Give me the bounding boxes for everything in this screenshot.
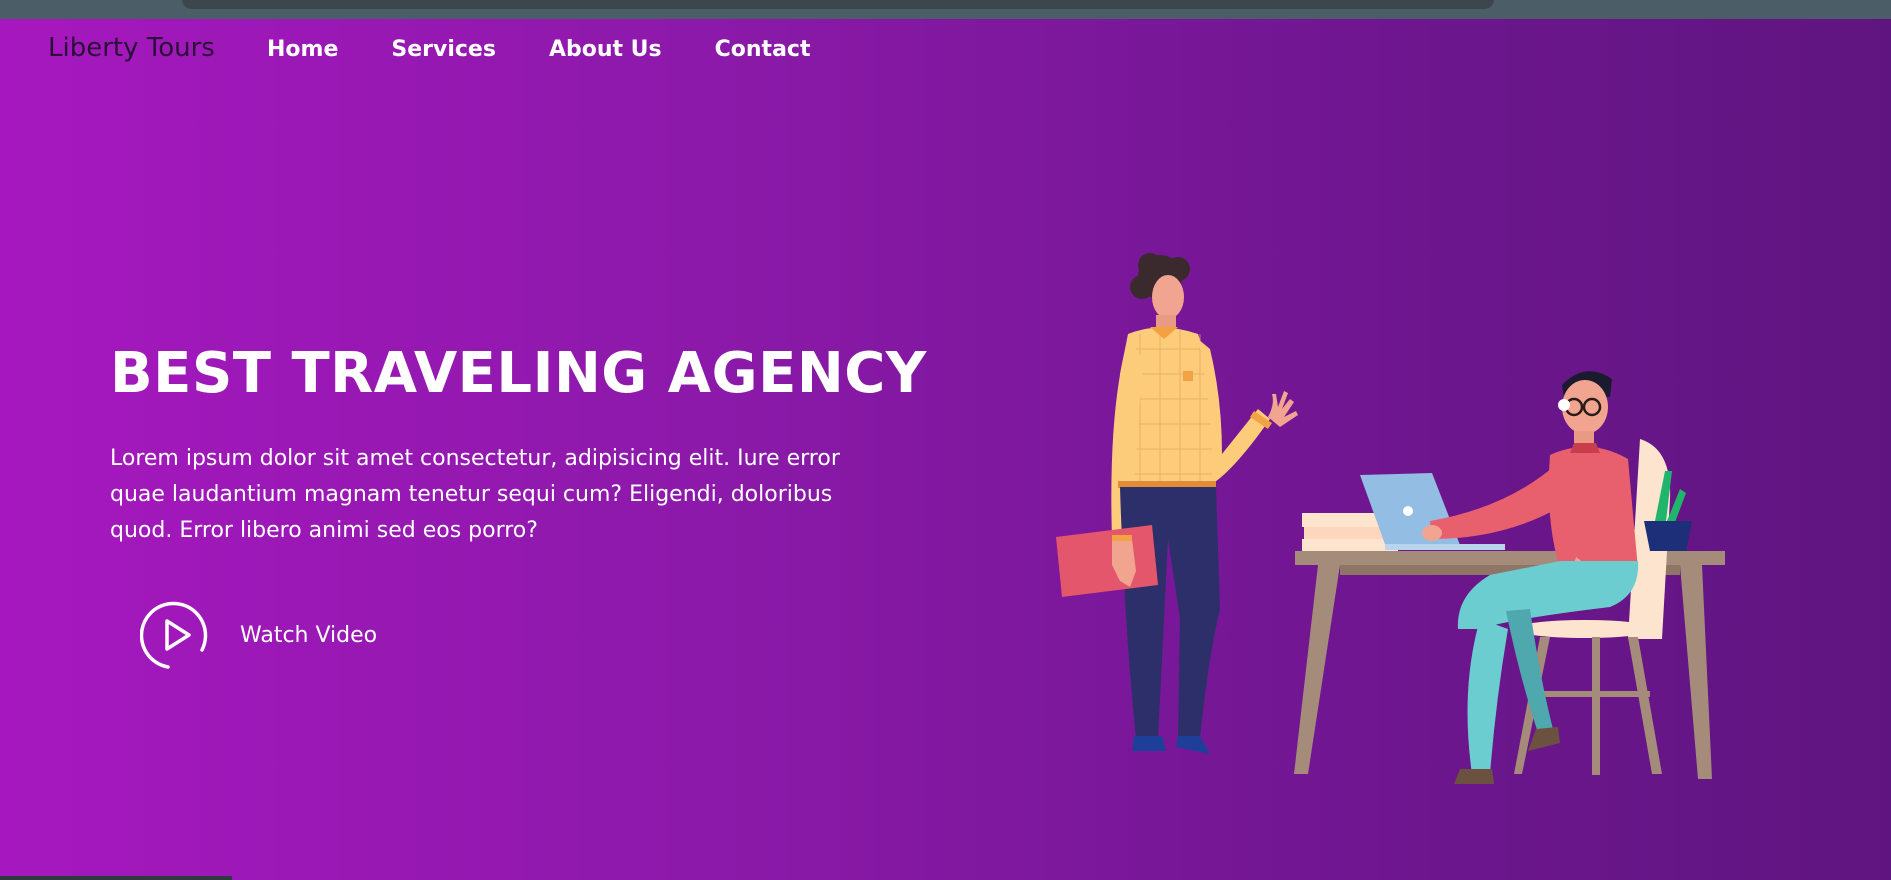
nav-link-services[interactable]: Services xyxy=(391,37,496,62)
nav-link-contact[interactable]: Contact xyxy=(715,37,811,62)
navbar: Liberty Tours Home Services About Us Con… xyxy=(0,19,1891,83)
browser-address-bar[interactable] xyxy=(182,0,1494,9)
watch-video-label: Watch Video xyxy=(240,622,378,648)
brand-logo[interactable]: Liberty Tours xyxy=(48,33,215,63)
hero-section: Liberty Tours Home Services About Us Con… xyxy=(0,19,1891,880)
hero-title: BEST TRAVELING AGENCY xyxy=(110,341,927,406)
horizontal-scrollbar[interactable] xyxy=(0,876,232,880)
office-meeting-illustration xyxy=(1056,253,1725,784)
nav-links: Home Services About Us Contact xyxy=(267,37,863,62)
browser-top-strip xyxy=(0,0,1891,19)
hero-description: Lorem ipsum dolor sit amet consectetur, … xyxy=(110,446,840,543)
play-circle-icon xyxy=(140,601,208,669)
nav-link-home[interactable]: Home xyxy=(267,37,338,62)
watch-video-button[interactable]: Watch Video xyxy=(140,600,377,670)
nav-link-about-us[interactable]: About Us xyxy=(549,37,662,62)
standing-man-figure xyxy=(1056,253,1298,754)
